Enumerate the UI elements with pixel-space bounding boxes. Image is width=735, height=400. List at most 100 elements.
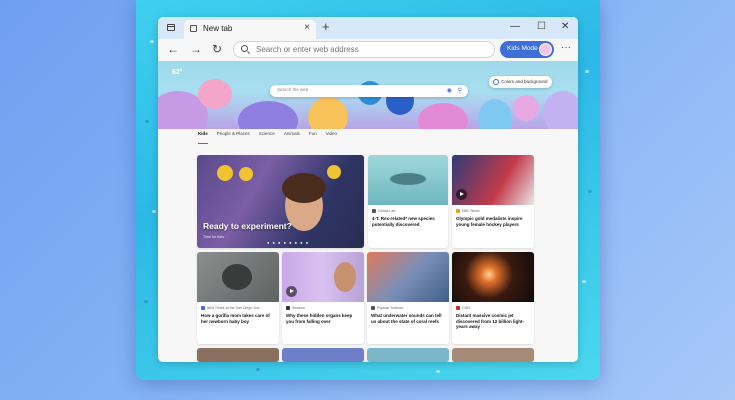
hero-decoration (238, 101, 298, 129)
new-tab-button[interactable]: + (322, 19, 330, 35)
news-card[interactable]: NBC News Olympic gold medalists inspire … (452, 155, 534, 248)
news-card-partial[interactable] (452, 348, 534, 362)
card-source-label: Popular Science (377, 306, 404, 310)
decor-speck (585, 70, 589, 73)
card-source-label: Wild Times at the San Diego Zoo (207, 306, 260, 310)
news-card[interactable]: CNN Distant massive cosmic jet discovere… (452, 252, 534, 344)
browser-window: New tab × + — ☐ ✕ ← → ↻ Kids Mode ··· (158, 17, 578, 362)
card-image (197, 252, 279, 302)
maximize-button[interactable]: ☐ (537, 20, 546, 34)
close-window-button[interactable]: ✕ (561, 20, 569, 34)
play-icon[interactable] (456, 189, 467, 200)
featured-image-detail (217, 165, 233, 181)
card-source-label: NBC News (462, 209, 480, 213)
card-source-label: Global Lab (378, 209, 396, 213)
hero-decoration (543, 91, 578, 129)
palette-icon (493, 79, 499, 85)
decor-speck (152, 210, 156, 213)
device-frame: New tab × + — ☐ ✕ ← → ↻ Kids Mode ··· (136, 0, 600, 380)
card-headline: Why these hidden organs keep you from fa… (286, 313, 353, 324)
decor-speck (150, 40, 154, 43)
tab-kids[interactable]: Kids (198, 131, 208, 144)
camera-icon[interactable]: ◉ (447, 87, 452, 94)
tab-video[interactable]: Video (326, 131, 337, 141)
search-icon (241, 45, 248, 52)
card-image-detail (222, 264, 252, 290)
search-icon[interactable]: ⚲ (458, 87, 462, 94)
hero-decoration (513, 95, 539, 121)
news-card[interactable]: Popular Science What underwater sounds c… (367, 252, 449, 344)
more-icon[interactable]: ··· (561, 42, 571, 53)
refresh-button[interactable]: ↻ (212, 41, 222, 57)
tab-title: New tab (203, 24, 233, 33)
tab-science[interactable]: Science (259, 131, 275, 141)
toolbar: ← → ↻ Kids Mode ··· (158, 39, 578, 61)
category-nav: Kids People & Places Science Animals Fun… (198, 131, 337, 144)
card-image (368, 155, 448, 205)
card-headline: Distant massive cosmic jet discovered fr… (456, 313, 525, 329)
decor-speck (588, 190, 592, 193)
card-image (282, 252, 364, 302)
card-source: Wild Times at the San Diego Zoo (201, 306, 260, 310)
tab-actions-icon[interactable] (167, 24, 175, 31)
hero-decoration (198, 79, 232, 109)
featured-card[interactable]: Ready to experiment? Time for Kids ● ● ●… (197, 155, 364, 248)
decor-speck (144, 300, 148, 303)
tab-people-places[interactable]: People & Places (217, 131, 250, 141)
featured-title: Ready to experiment? (203, 221, 292, 231)
address-bar[interactable] (233, 41, 495, 58)
card-headline: What underwater sounds can tell us about… (371, 313, 442, 324)
card-image (367, 252, 449, 302)
card-headline: Olympic gold medalists inspire young fem… (456, 216, 523, 227)
decor-speck (582, 280, 586, 283)
tab-new-tab[interactable]: New tab × (184, 20, 316, 39)
close-tab-icon[interactable]: × (304, 22, 310, 33)
weather-temperature[interactable]: 62° (172, 69, 183, 76)
play-icon[interactable] (286, 286, 297, 297)
minimize-button[interactable]: — (510, 20, 520, 34)
kids-avatar (539, 43, 552, 56)
card-headline: 4-T. Rex-related* new species potentiall… (372, 216, 435, 227)
news-card[interactable]: Sesame Why these hidden organs keep you … (282, 252, 364, 344)
card-source: Popular Science (371, 306, 403, 310)
featured-source: Time for Kids (203, 235, 225, 239)
colors-button-label: Colors and background (501, 79, 548, 84)
news-card-partial[interactable] (197, 348, 279, 362)
address-input[interactable] (256, 45, 476, 54)
card-image-detail (390, 173, 426, 185)
forward-button[interactable]: → (190, 41, 202, 57)
hero-decoration (418, 103, 468, 129)
card-headline: How a gorilla mom takes care of her newb… (201, 313, 270, 324)
featured-image-detail (239, 167, 253, 181)
card-image (452, 155, 534, 205)
card-image-detail (334, 262, 356, 292)
tab-animals[interactable]: Animals (284, 131, 300, 141)
news-card-partial[interactable] (282, 348, 364, 362)
hero-banner: 62° Search the web ◉ ⚲ Colors and backgr… (158, 61, 578, 129)
back-button[interactable]: ← (167, 41, 179, 57)
card-source-label: Sesame (292, 306, 306, 310)
kids-mode-label: Kids Mode (507, 45, 538, 52)
decor-speck (145, 120, 149, 123)
decor-speck (256, 368, 260, 371)
card-source: NBC News (456, 209, 480, 213)
hero-decoration (308, 97, 348, 129)
colors-and-background-button[interactable]: Colors and background (489, 76, 552, 88)
card-image (452, 252, 534, 302)
tab-fun[interactable]: Fun (309, 131, 317, 141)
card-source-label: CNN (462, 306, 470, 310)
card-source: Sesame (286, 306, 305, 310)
decor-speck (436, 370, 440, 373)
card-source: CNN (456, 306, 470, 310)
page-icon (190, 25, 197, 32)
hero-search-box[interactable]: Search the web ◉ ⚲ (270, 85, 468, 97)
news-card[interactable]: Global Lab 4-T. Rex-related* new species… (368, 155, 448, 248)
news-card[interactable]: Wild Times at the San Diego Zoo How a go… (197, 252, 279, 344)
kids-mode-button[interactable]: Kids Mode (500, 41, 554, 58)
news-card-partial[interactable] (367, 348, 449, 362)
carousel-dots[interactable]: ● ● ● ● ● ● ● ● (267, 240, 309, 245)
card-source: Global Lab (372, 209, 395, 213)
title-bar: New tab × + — ☐ ✕ (158, 17, 578, 39)
hero-decoration (478, 99, 512, 129)
featured-image-detail (282, 173, 326, 203)
